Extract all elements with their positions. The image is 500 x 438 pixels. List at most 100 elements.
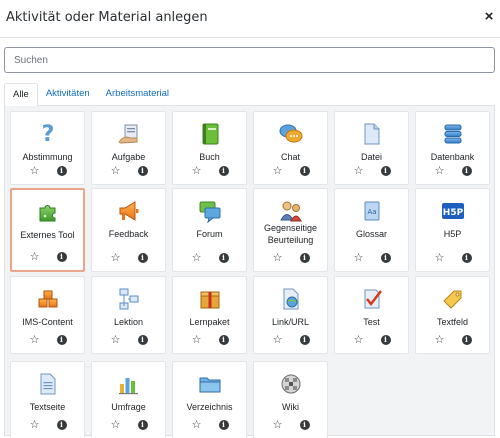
activity-tile[interactable]: IMS-Content ☆ i bbox=[10, 276, 85, 354]
star-icon[interactable]: ☆ bbox=[272, 252, 284, 264]
info-icon[interactable]: i bbox=[461, 335, 472, 345]
activity-tile[interactable]: Test ☆ i bbox=[334, 276, 409, 354]
info-icon[interactable]: i bbox=[380, 335, 391, 345]
tile-label: Datenbank bbox=[430, 152, 475, 162]
info-icon[interactable]: i bbox=[461, 253, 472, 263]
star-icon[interactable]: ☆ bbox=[272, 165, 284, 177]
activity-tile[interactable]: Verzeichnis ☆ i bbox=[172, 361, 247, 438]
info-icon[interactable]: i bbox=[299, 335, 310, 345]
info-icon[interactable]: i bbox=[137, 166, 148, 176]
info-icon[interactable]: i bbox=[218, 166, 229, 176]
star-icon[interactable]: ☆ bbox=[29, 334, 41, 346]
activity-tile[interactable]: Wiki ☆ i bbox=[253, 361, 328, 438]
activity-tile[interactable]: Gegenseitige Beurteilung ☆ i bbox=[253, 188, 328, 272]
header-divider bbox=[0, 37, 500, 38]
activity-tile[interactable]: H5P H5P ☆ i bbox=[415, 188, 490, 272]
star-icon[interactable]: ☆ bbox=[191, 334, 203, 346]
activity-tile[interactable]: Aufgabe ☆ i bbox=[91, 111, 166, 185]
info-icon[interactable]: i bbox=[218, 253, 229, 263]
star-icon[interactable]: ☆ bbox=[353, 252, 365, 264]
tile-label: Externes Tool bbox=[20, 230, 75, 240]
tile-actions: ☆ i bbox=[335, 252, 408, 264]
activity-tile[interactable]: Feedback ☆ i bbox=[91, 188, 166, 272]
activity-tile[interactable]: ? Abstimmung ☆ i bbox=[10, 111, 85, 185]
star-icon[interactable]: ☆ bbox=[29, 251, 41, 263]
info-icon[interactable]: i bbox=[137, 253, 148, 263]
tile-label: Lektion bbox=[113, 317, 144, 327]
lesson-icon bbox=[117, 287, 141, 311]
info-icon[interactable]: i bbox=[299, 420, 310, 430]
ims-content-icon bbox=[36, 287, 60, 311]
activity-tile[interactable]: Link/URL ☆ i bbox=[253, 276, 328, 354]
activity-tile[interactable]: Forum ☆ i bbox=[172, 188, 247, 272]
star-icon[interactable]: ☆ bbox=[434, 165, 446, 177]
info-icon[interactable]: i bbox=[218, 420, 229, 430]
tile-actions: ☆ i bbox=[416, 334, 489, 346]
search-input[interactable] bbox=[4, 47, 495, 73]
tile-label: Aufgabe bbox=[111, 152, 146, 162]
star-icon[interactable]: ☆ bbox=[272, 419, 284, 431]
activity-tile[interactable]: Datei ☆ i bbox=[334, 111, 409, 185]
star-icon[interactable]: ☆ bbox=[191, 419, 203, 431]
info-icon[interactable]: i bbox=[137, 420, 148, 430]
star-icon[interactable]: ☆ bbox=[353, 334, 365, 346]
activity-tile[interactable]: Datenbank ☆ i bbox=[415, 111, 490, 185]
info-icon[interactable]: i bbox=[137, 335, 148, 345]
wiki-icon bbox=[279, 372, 303, 396]
info-icon[interactable]: i bbox=[299, 166, 310, 176]
tab-activities[interactable]: Aktivitäten bbox=[38, 83, 98, 106]
tile-actions: ☆ i bbox=[416, 252, 489, 264]
info-icon[interactable]: i bbox=[56, 166, 67, 176]
database-icon bbox=[441, 122, 465, 146]
info-icon[interactable]: i bbox=[380, 166, 391, 176]
star-icon[interactable]: ☆ bbox=[110, 252, 122, 264]
info-icon[interactable]: i bbox=[299, 253, 310, 263]
activity-tile[interactable]: Umfrage ☆ i bbox=[91, 361, 166, 438]
file-icon bbox=[360, 122, 384, 146]
activity-tile[interactable]: Buch ☆ i bbox=[172, 111, 247, 185]
folder-icon bbox=[198, 372, 222, 396]
star-icon[interactable]: ☆ bbox=[110, 419, 122, 431]
tile-label: IMS-Content bbox=[22, 317, 73, 327]
h5p-icon: H5P bbox=[441, 199, 465, 223]
tile-actions: ☆ i bbox=[11, 334, 84, 346]
tile-actions: ☆ i bbox=[254, 334, 327, 346]
tile-actions: ☆ i bbox=[12, 251, 83, 263]
star-icon[interactable]: ☆ bbox=[110, 334, 122, 346]
info-icon[interactable]: i bbox=[56, 335, 67, 345]
search-box bbox=[4, 47, 495, 73]
info-icon[interactable]: i bbox=[56, 252, 67, 262]
star-icon[interactable]: ☆ bbox=[110, 165, 122, 177]
info-icon[interactable]: i bbox=[218, 335, 229, 345]
page-icon bbox=[36, 372, 60, 396]
star-icon[interactable]: ☆ bbox=[29, 165, 41, 177]
tile-actions: ☆ i bbox=[173, 419, 246, 431]
star-icon[interactable]: ☆ bbox=[272, 334, 284, 346]
star-icon[interactable]: ☆ bbox=[434, 334, 446, 346]
modal-title: Aktivität oder Material anlegen bbox=[6, 10, 208, 25]
star-icon[interactable]: ☆ bbox=[353, 165, 365, 177]
star-icon[interactable]: ☆ bbox=[191, 165, 203, 177]
forum-icon bbox=[198, 199, 222, 223]
tab-resources[interactable]: Arbeitsmaterial bbox=[98, 83, 177, 106]
close-icon[interactable]: × bbox=[481, 9, 497, 25]
star-icon[interactable]: ☆ bbox=[434, 252, 446, 264]
activity-tile[interactable]: Textfeld ☆ i bbox=[415, 276, 490, 354]
activity-tile[interactable]: Lektion ☆ i bbox=[91, 276, 166, 354]
activity-tile[interactable]: Chat ☆ i bbox=[253, 111, 328, 185]
activity-tile[interactable]: Externes Tool ☆ i bbox=[10, 188, 85, 272]
tile-actions: ☆ i bbox=[335, 334, 408, 346]
star-icon[interactable]: ☆ bbox=[191, 252, 203, 264]
activity-tile[interactable]: Lernpaket ☆ i bbox=[172, 276, 247, 354]
info-icon[interactable]: i bbox=[380, 253, 391, 263]
activity-tile[interactable]: Textseite ☆ i bbox=[10, 361, 85, 438]
tab-all[interactable]: Alle bbox=[4, 83, 38, 107]
tile-actions: ☆ i bbox=[335, 165, 408, 177]
star-icon[interactable]: ☆ bbox=[29, 419, 41, 431]
info-icon[interactable]: i bbox=[56, 420, 67, 430]
info-icon[interactable]: i bbox=[461, 166, 472, 176]
tile-actions: ☆ i bbox=[254, 252, 327, 264]
tile-label: Textfeld bbox=[436, 317, 469, 327]
activity-tile[interactable]: Aa Glossar ☆ i bbox=[334, 188, 409, 272]
survey-icon bbox=[117, 372, 141, 396]
